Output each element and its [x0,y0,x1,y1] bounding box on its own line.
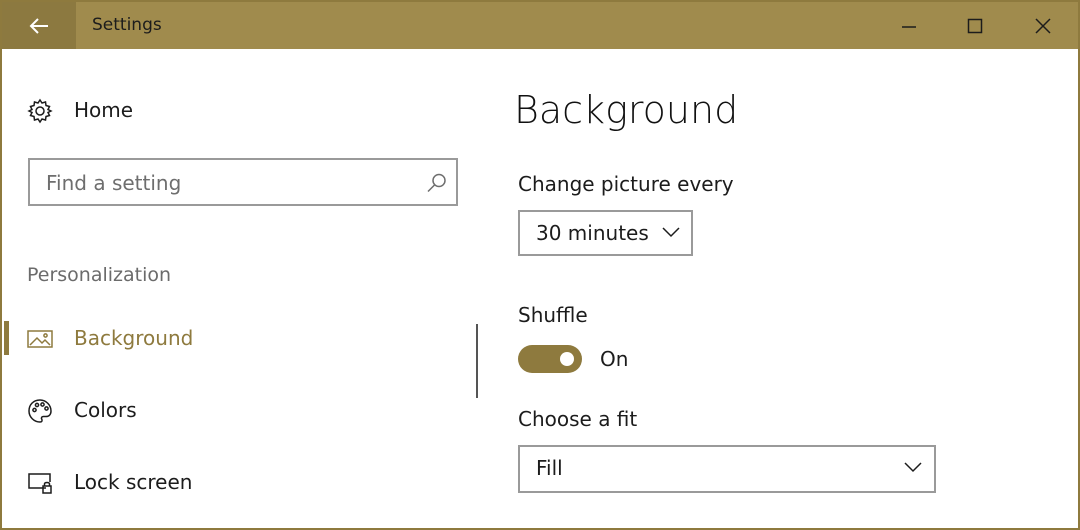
title-bar: Settings [2,2,1078,49]
sidebar-item-lock-screen[interactable]: Lock screen [2,462,462,502]
back-arrow-icon [29,17,48,34]
shuffle-label: Shuffle [518,303,588,327]
lock-screen-icon [27,470,53,496]
window-title: Settings [92,15,162,35]
toggle-knob [560,352,574,366]
close-button[interactable] [1010,2,1076,49]
fit-label: Choose a fit [518,407,638,431]
chevron-down-icon [662,227,680,238]
change-picture-label: Change picture every [518,172,734,196]
settings-window: Settings Home Find a setting Personaliza… [0,0,1080,530]
section-title: Personalization [27,264,172,286]
change-picture-dropdown[interactable]: 30 minutes [518,210,693,256]
palette-icon [27,398,53,424]
search-placeholder: Find a setting [46,171,182,195]
close-icon [1035,17,1051,34]
sidebar-item-label: Lock screen [74,470,193,494]
shuffle-state: On [600,347,629,371]
sidebar-item-background[interactable]: Background [2,318,462,358]
maximize-button[interactable] [942,2,1008,49]
sidebar-item-label: Colors [74,398,137,422]
change-picture-value: 30 minutes [536,221,649,245]
sidebar-item-label: Background [74,326,194,350]
scrollbar[interactable] [476,324,478,398]
back-button[interactable] [2,2,76,49]
picture-icon [27,326,53,352]
search-input[interactable]: Find a setting [28,158,458,206]
fit-dropdown[interactable]: Fill [518,445,936,493]
home-nav-item[interactable]: Home [2,90,462,130]
maximize-icon [967,18,983,33]
search-icon[interactable] [426,172,448,194]
shuffle-toggle[interactable] [518,345,582,373]
sidebar-item-colors[interactable]: Colors [2,390,462,430]
minimize-icon [902,25,916,28]
page-title: Background [514,88,739,132]
minimize-button[interactable] [876,2,942,49]
chevron-down-icon [904,462,922,473]
gear-icon [27,98,53,124]
home-label: Home [74,98,134,122]
fit-value: Fill [536,456,563,480]
